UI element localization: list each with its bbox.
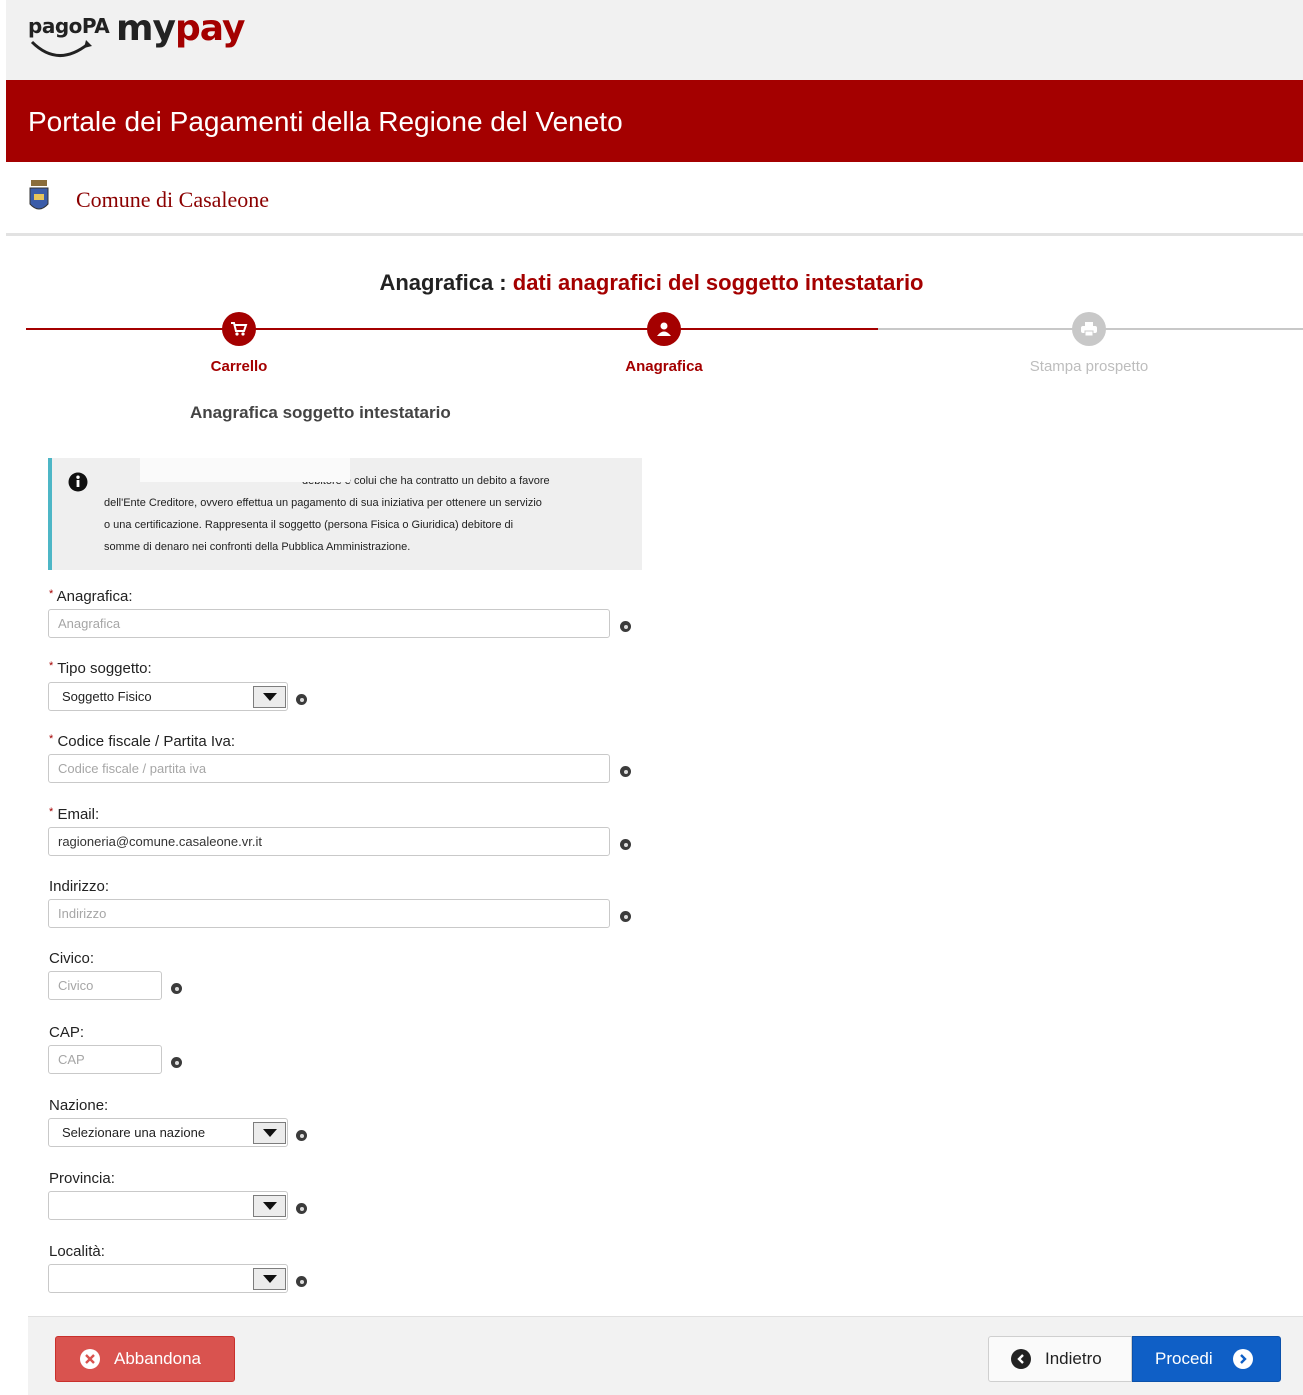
codice-fiscale-help-icon[interactable] [620, 766, 631, 777]
mypay-logo[interactable]: mypay [116, 8, 245, 49]
info-text-line4: somme di denaro nei confronti della Pubb… [104, 541, 411, 553]
close-circle-icon [80, 1349, 100, 1369]
section-title: Anagrafica soggetto intestatario [190, 403, 451, 422]
cart-icon [231, 322, 248, 336]
caret-down-icon [262, 1202, 277, 1210]
localita-select[interactable] [48, 1264, 288, 1293]
cap-input[interactable] [48, 1045, 162, 1074]
caret-down-icon [262, 1129, 277, 1137]
entity-bar: Comune di Casaleone [6, 162, 1303, 236]
mypay-logo-pay: pay [174, 8, 245, 49]
print-icon [1081, 322, 1097, 337]
required-marker: * [49, 733, 54, 745]
nazione-label: Nazione: [49, 1097, 109, 1114]
nazione-dropdown-button[interactable] [253, 1122, 286, 1144]
tipo-soggetto-label-text: Tipo soggetto: [57, 660, 152, 677]
step-stampa-label: Stampa prospetto [1029, 358, 1149, 375]
pagopa-logo[interactable]: pagoPA [28, 14, 110, 57]
page-title-sub: dati anagrafici del soggetto intestatari… [512, 270, 924, 295]
civico-input[interactable] [48, 971, 162, 1000]
required-marker: * [49, 660, 54, 672]
tipo-soggetto-help-icon[interactable] [296, 694, 307, 705]
stepper-line-completed [26, 328, 878, 330]
step-carrello-label: Carrello [210, 358, 268, 375]
localita-help-icon[interactable] [296, 1276, 307, 1287]
redacted-text [140, 458, 350, 482]
caret-down-icon [262, 1275, 277, 1283]
municipality-crest-icon [29, 180, 49, 210]
procedi-button-label: Procedi [1155, 1349, 1213, 1368]
page-title-main: Anagrafica : [379, 270, 513, 295]
anagrafica-help-icon[interactable] [620, 621, 631, 632]
procedi-button[interactable]: Procedi [1132, 1336, 1281, 1382]
page-title: Anagrafica : dati anagrafici del soggett… [0, 270, 1303, 296]
top-logo-bar: pagoPA mypay [6, 0, 1303, 80]
provincia-dropdown-button[interactable] [253, 1195, 286, 1217]
indietro-button[interactable]: Indietro [988, 1336, 1132, 1382]
step-anagrafica-circle [647, 312, 681, 346]
cap-label: CAP: [49, 1024, 85, 1041]
pagopa-logo-text: pagoPA [28, 14, 110, 38]
info-icon [68, 472, 88, 492]
email-help-icon[interactable] [620, 839, 631, 850]
tipo-soggetto-label: * Tipo soggetto: [49, 660, 152, 677]
nazione-select[interactable]: Selezionare una nazione [48, 1118, 288, 1147]
civico-label: Civico: [49, 950, 95, 967]
chevron-left-circle-icon [1011, 1349, 1031, 1369]
required-marker: * [49, 588, 54, 600]
tipo-soggetto-value: Soggetto Fisico [62, 689, 152, 704]
step-stampa-circle [1072, 312, 1106, 346]
info-box: debitore è colui che ha contratto un deb… [48, 458, 642, 570]
email-label-text: Email: [57, 806, 100, 823]
portal-header: Portale dei Pagamenti della Regione del … [6, 80, 1303, 162]
progress-stepper: Carrello Anagrafica Stampa prospetto [0, 310, 1303, 380]
nazione-help-icon[interactable] [296, 1130, 307, 1141]
indirizzo-input[interactable] [48, 899, 610, 928]
tipo-soggetto-dropdown-button[interactable] [253, 686, 286, 708]
anagrafica-label-text: Anagrafica: [56, 588, 133, 605]
tipo-soggetto-select[interactable]: Soggetto Fisico [48, 682, 288, 711]
provincia-select[interactable] [48, 1191, 288, 1220]
indirizzo-label: Indirizzo: [49, 878, 110, 895]
cap-help-icon[interactable] [171, 1057, 182, 1068]
provincia-help-icon[interactable] [296, 1203, 307, 1214]
localita-label: Località: [49, 1243, 105, 1260]
caret-down-icon [262, 693, 277, 701]
civico-help-icon[interactable] [171, 983, 182, 994]
provincia-label: Provincia: [49, 1170, 115, 1187]
anagrafica-label: * Anagrafica: [49, 588, 133, 605]
indirizzo-help-icon[interactable] [620, 911, 631, 922]
abbandona-button[interactable]: Abbandona [55, 1336, 235, 1382]
nazione-value: Selezionare una nazione [62, 1125, 206, 1140]
codice-fiscale-input[interactable] [48, 754, 610, 783]
user-icon [657, 322, 671, 336]
email-label: * Email: [49, 806, 99, 823]
mypay-logo-my: my [116, 8, 176, 49]
info-text-line2: dell'Ente Creditore, ovvero effettua un … [104, 497, 542, 509]
portal-title: Portale dei Pagamenti della Regione del … [28, 106, 623, 137]
chevron-right-circle-icon [1232, 1349, 1253, 1369]
info-text-line3: o una certificazione. Rappresenta il sog… [104, 519, 514, 531]
codice-fiscale-label: * Codice fiscale / Partita Iva: [49, 733, 235, 750]
abbandona-button-label: Abbandona [114, 1349, 201, 1368]
step-carrello-circle [222, 312, 256, 346]
indietro-button-label: Indietro [1045, 1349, 1102, 1368]
entity-name[interactable]: Comune di Casaleone [76, 187, 269, 213]
pagopa-swoosh-icon [30, 40, 92, 57]
codice-fiscale-label-text: Codice fiscale / Partita Iva: [57, 733, 236, 750]
required-marker: * [49, 806, 54, 818]
anagrafica-input[interactable] [48, 609, 610, 638]
localita-dropdown-button[interactable] [253, 1268, 286, 1290]
step-anagrafica-label: Anagrafica [625, 358, 703, 375]
email-input[interactable] [48, 827, 610, 856]
